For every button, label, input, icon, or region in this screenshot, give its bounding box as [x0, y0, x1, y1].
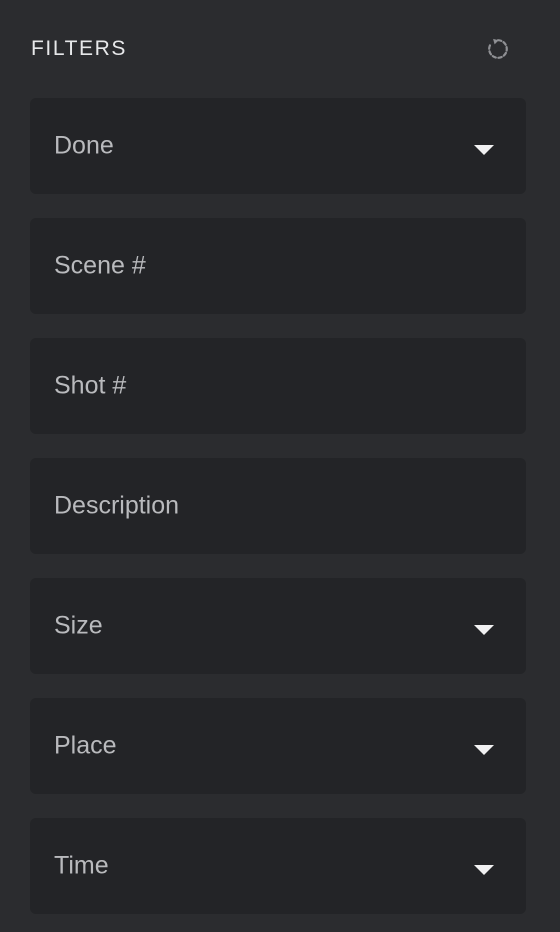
filters-header: FILTERS — [30, 24, 526, 72]
description-input[interactable]: Description — [30, 458, 526, 554]
filters-panel: FILTERS Done Scene # Shot # Description … — [0, 0, 560, 932]
place-filter-label: Place — [54, 731, 117, 760]
time-filter-select[interactable]: Time — [30, 818, 526, 914]
chevron-down-icon — [474, 745, 494, 755]
size-filter-select[interactable]: Size — [30, 578, 526, 674]
scene-number-label: Scene # — [54, 251, 146, 280]
chevron-down-icon — [474, 625, 494, 635]
filters-list: Done Scene # Shot # Description Size Pla… — [30, 98, 526, 932]
done-filter-select[interactable]: Done — [30, 98, 526, 194]
time-filter-label: Time — [54, 851, 109, 880]
shot-number-input[interactable]: Shot # — [30, 338, 526, 434]
reset-icon[interactable] — [484, 35, 512, 63]
done-filter-label: Done — [54, 131, 114, 160]
shot-number-label: Shot # — [54, 371, 127, 400]
chevron-down-icon — [474, 145, 494, 155]
chevron-down-icon — [474, 865, 494, 875]
size-filter-label: Size — [54, 611, 103, 640]
description-label: Description — [54, 491, 180, 520]
place-filter-select[interactable]: Place — [30, 698, 526, 794]
scene-number-input[interactable]: Scene # — [30, 218, 526, 314]
filters-title: FILTERS — [31, 37, 127, 60]
